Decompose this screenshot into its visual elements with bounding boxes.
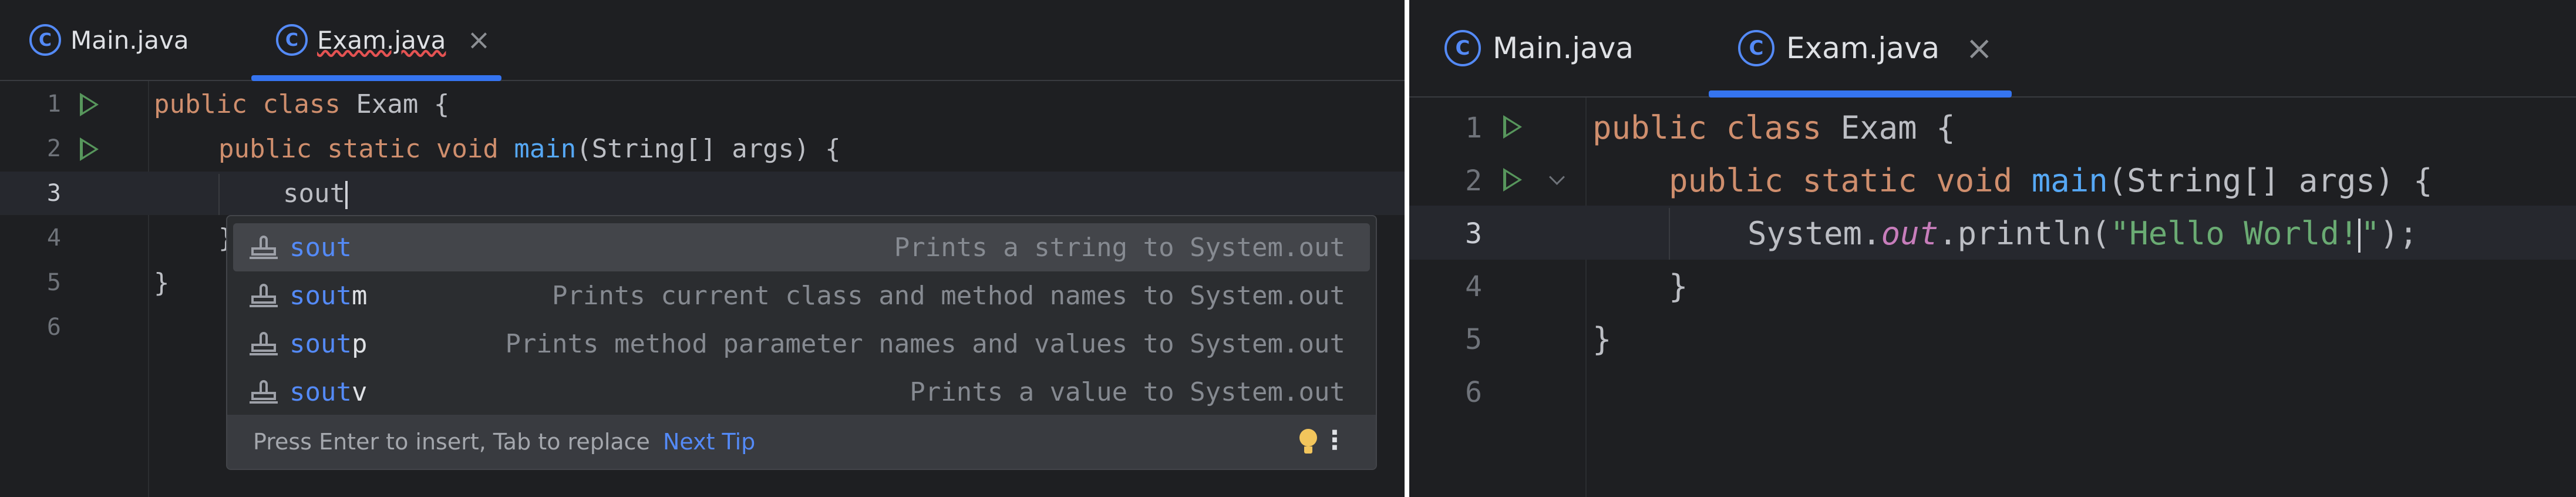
code-text: (String[] args) { [2107, 162, 2433, 199]
run-icon[interactable] [1503, 168, 1522, 192]
code-text: Exam { [1840, 109, 1955, 146]
code-text: ); [2379, 215, 2418, 252]
code-line-2[interactable]: public static void main(String[] args) { [218, 130, 841, 168]
completion-description: Prints a string to System.out [894, 232, 1345, 263]
tab-exam-java[interactable]: C Exam.java × [1738, 0, 1993, 96]
tab-bar: C Main.java C Exam.java × [0, 0, 1405, 81]
completion-description: Prints a value to System.out [910, 377, 1345, 407]
code-text: Exam { [356, 89, 450, 119]
completion-rest: p [351, 328, 368, 359]
code-text: } [1669, 268, 1688, 305]
close-tab-icon[interactable]: × [1965, 29, 1993, 68]
keyword: public class [1592, 109, 1841, 146]
tab-label: Exam.java [317, 25, 446, 55]
tab-label: Main.java [1493, 31, 1634, 65]
completion-description: Prints current class and method names to… [551, 280, 1345, 311]
completion-match: sout [289, 232, 352, 263]
code-text: } [154, 268, 170, 298]
code-text: System. [1747, 215, 1881, 252]
close-tab-icon[interactable]: × [467, 23, 490, 56]
java-class-icon: C [1444, 30, 1481, 66]
java-class-icon: C [1738, 30, 1774, 66]
more-options-icon[interactable]: ⋮ [1322, 428, 1348, 454]
code-line-1[interactable]: public class Exam { [1592, 105, 1955, 152]
screenshot-divider [1405, 0, 1409, 497]
tab-main-java[interactable]: C Main.java [29, 0, 189, 80]
tab-exam-java[interactable]: C Exam.java × [276, 0, 491, 80]
completion-popup: sout Prints a string to System.out sout m… [226, 215, 1377, 470]
gutter-separator [148, 81, 149, 497]
method-name: main [514, 134, 577, 164]
active-tab-indicator [1709, 90, 2012, 98]
line-number: 3 [46, 180, 61, 207]
run-icon[interactable] [1503, 115, 1522, 139]
completion-match: sout [289, 377, 352, 407]
code-line-2[interactable]: public static void main(String[] args) { [1669, 157, 2432, 204]
line-number: 5 [46, 269, 61, 296]
indent-guide [1669, 208, 1670, 260]
completion-item-sout[interactable]: sout Prints a string to System.out [233, 223, 1370, 271]
typed-text: sout [283, 179, 345, 209]
run-icon[interactable] [80, 93, 99, 116]
java-class-icon: C [29, 24, 61, 56]
line-number: 1 [1465, 112, 1482, 145]
next-tip-link[interactable]: Next Tip [663, 429, 755, 455]
run-icon[interactable] [80, 137, 99, 161]
tab-bar: C Main.java C Exam.java × [1409, 0, 2576, 98]
live-template-icon [250, 281, 279, 310]
indent-guide [218, 174, 220, 215]
line-number: 2 [1465, 164, 1482, 197]
keyword: public static void [1669, 162, 2032, 199]
completion-item-soutv[interactable]: sout v Prints a value to System.out [233, 368, 1370, 416]
keyword: public class [154, 89, 356, 119]
live-template-icon [250, 330, 279, 358]
code-text: } [1592, 321, 1612, 358]
completion-item-soutp[interactable]: sout p Prints method parameter names and … [233, 320, 1370, 368]
line-number: 3 [1465, 217, 1482, 250]
line-number: 6 [1465, 376, 1482, 409]
code-line-3[interactable]: sout [283, 175, 348, 213]
completion-rest: v [351, 377, 368, 407]
string-literal: "Hello World! [2110, 215, 2359, 252]
completion-match: sout [289, 280, 352, 311]
line-number: 6 [46, 314, 61, 341]
editor-right: C Main.java C Exam.java × 1 2 3 4 5 6 pu… [1409, 0, 2576, 497]
tab-label: Exam.java [1786, 31, 1940, 65]
completion-description: Prints method parameter names and values… [505, 328, 1345, 359]
completion-item-soutm[interactable]: sout m Prints current class and method na… [233, 271, 1370, 320]
code-text: (String[] args) { [576, 134, 841, 164]
java-class-icon: C [276, 24, 308, 56]
editor-left: C Main.java C Exam.java × 1 2 3 4 5 6 pu… [0, 0, 1405, 497]
keyword: public static void [218, 134, 514, 164]
gutter-separator [1585, 98, 1587, 497]
code-line-1[interactable]: public class Exam { [154, 86, 449, 123]
code-line-5[interactable]: } [154, 264, 170, 302]
fold-chevron-icon[interactable] [1549, 169, 1565, 185]
live-template-icon [250, 233, 279, 261]
live-template-icon [250, 378, 279, 406]
text-caret [345, 181, 348, 209]
caret-row-highlight [0, 172, 1405, 215]
line-number: 1 [46, 90, 61, 117]
completion-footer: Press Enter to insert, Tab to replace Ne… [227, 415, 1376, 469]
tab-main-java[interactable]: C Main.java [1444, 0, 1634, 96]
code-line-5[interactable]: } [1592, 316, 1612, 363]
line-number: 4 [1465, 270, 1482, 303]
tab-label: Main.java [70, 25, 189, 55]
string-literal-end: " [2361, 215, 2380, 252]
line-number: 5 [1465, 323, 1482, 356]
completion-hint: Press Enter to insert, Tab to replace [253, 429, 650, 455]
active-tab-indicator [251, 75, 501, 81]
method-name: main [2031, 162, 2108, 199]
code-line-4[interactable]: } [1669, 263, 1688, 310]
static-field: out [1881, 215, 1939, 252]
lightbulb-icon[interactable] [1299, 429, 1317, 454]
completion-rest: m [351, 280, 368, 311]
completion-match: sout [289, 328, 352, 359]
code-line-3[interactable]: System.out.println("Hello World!"); [1747, 210, 2418, 257]
code-text: .println( [1938, 215, 2110, 252]
line-number: 2 [46, 135, 61, 162]
line-number: 4 [46, 224, 61, 251]
